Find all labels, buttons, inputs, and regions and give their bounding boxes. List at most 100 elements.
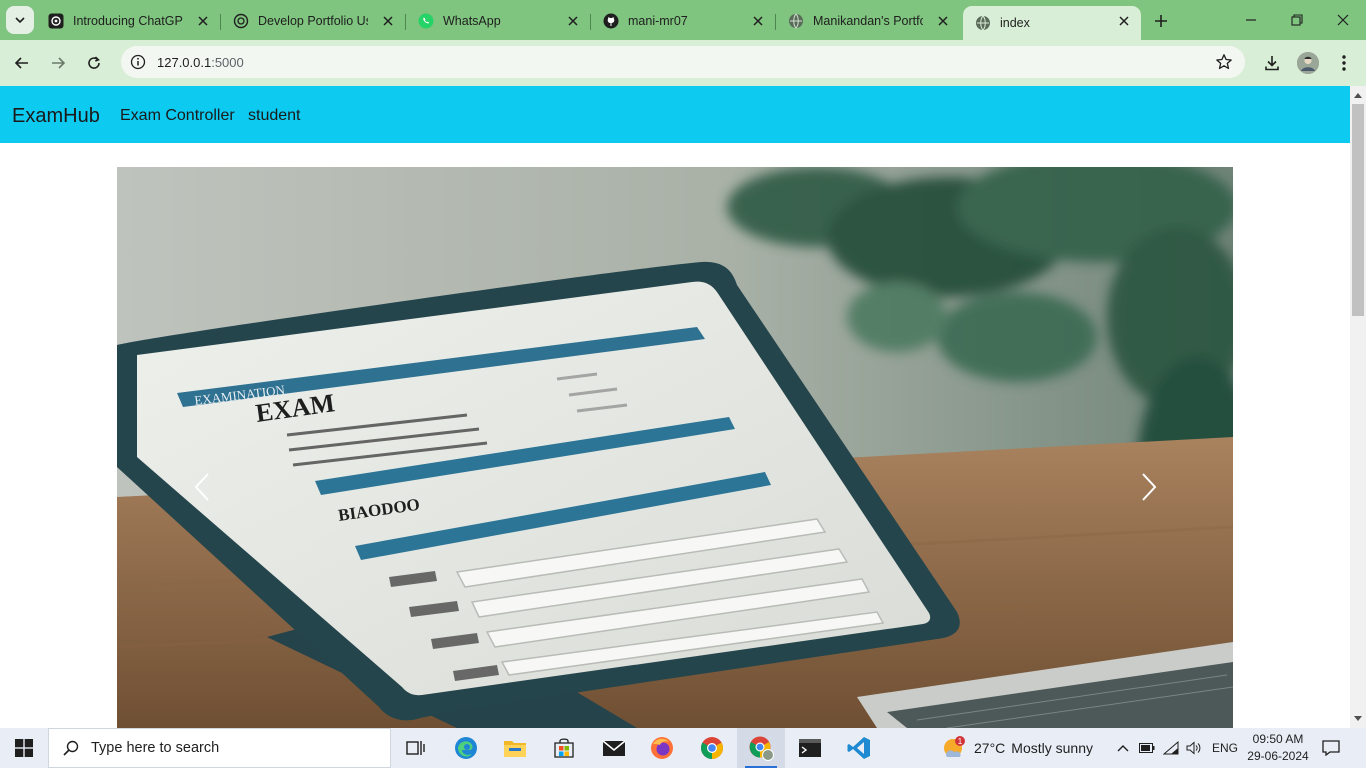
tab-github[interactable]: mani-mr07 bbox=[591, 6, 776, 36]
sun-cloud-icon: 1 bbox=[944, 736, 965, 757]
close-window-button[interactable] bbox=[1320, 8, 1366, 32]
close-tab-icon[interactable] bbox=[936, 14, 950, 28]
windows-logo-icon bbox=[15, 739, 33, 757]
nav-link-student[interactable]: student bbox=[248, 107, 300, 125]
chatgpt-icon bbox=[233, 13, 249, 29]
notifications-button[interactable] bbox=[1320, 738, 1342, 758]
edge-icon bbox=[455, 737, 477, 759]
mail-app[interactable] bbox=[590, 728, 638, 768]
close-tab-icon[interactable] bbox=[1117, 14, 1131, 28]
weather-badge: 1 bbox=[958, 737, 963, 746]
tab-title: mani-mr07 bbox=[628, 14, 688, 28]
reload-button[interactable] bbox=[81, 50, 107, 76]
nav-link-exam-controller[interactable]: Exam Controller bbox=[120, 107, 235, 125]
speaker-icon bbox=[1186, 741, 1201, 755]
whatsapp-icon bbox=[418, 13, 434, 29]
microsoft-store-app[interactable] bbox=[540, 728, 588, 768]
firefox-app[interactable] bbox=[638, 728, 686, 768]
weather-widget[interactable]: 1 27°C Mostly sunny bbox=[940, 728, 1093, 768]
taskbar-search-placeholder: Type here to search bbox=[91, 740, 220, 756]
tab-index[interactable]: index bbox=[963, 6, 1141, 40]
caret-up-icon bbox=[1354, 93, 1362, 98]
start-button[interactable] bbox=[0, 728, 48, 768]
file-explorer-app[interactable] bbox=[491, 728, 539, 768]
forward-button[interactable] bbox=[45, 50, 71, 76]
mail-icon bbox=[602, 740, 626, 756]
site-info-icon[interactable] bbox=[129, 53, 147, 71]
restore-button[interactable] bbox=[1274, 8, 1320, 32]
url-text[interactable]: 127.0.0.1:5000 bbox=[157, 55, 244, 70]
clock-time: 09:50 AM bbox=[1252, 732, 1304, 746]
task-view-button[interactable] bbox=[392, 728, 440, 768]
show-hidden-icons-button[interactable] bbox=[1115, 740, 1131, 756]
restore-icon bbox=[1291, 14, 1303, 26]
scrollbar-thumb[interactable] bbox=[1352, 104, 1364, 316]
reload-icon bbox=[88, 56, 100, 69]
arrow-right-icon bbox=[52, 57, 66, 69]
edge-app[interactable] bbox=[442, 728, 490, 768]
carousel-prev-button[interactable] bbox=[187, 467, 217, 507]
minimize-button[interactable] bbox=[1228, 8, 1274, 32]
network-button[interactable] bbox=[1163, 740, 1179, 756]
carousel-next-button[interactable] bbox=[1134, 467, 1164, 507]
back-button[interactable] bbox=[9, 50, 35, 76]
chrome-icon bbox=[701, 737, 723, 759]
weather-condition: Mostly sunny bbox=[1011, 740, 1093, 756]
windows-taskbar: Type here to search 1 27°C Mostly sunny bbox=[0, 728, 1366, 768]
address-bar[interactable]: 127.0.0.1:5000 bbox=[121, 46, 1245, 78]
chrome-profile-app[interactable] bbox=[737, 728, 785, 768]
tab-manikandan-portfolio[interactable]: Manikandan's Portfol bbox=[776, 6, 960, 36]
browser-tab-strip: Introducing ChatGPT Develop Portfolio Us… bbox=[0, 0, 1366, 40]
downloads-button[interactable] bbox=[1261, 52, 1283, 74]
browser-toolbar: 127.0.0.1:5000 bbox=[0, 40, 1366, 86]
chatgpt-icon bbox=[48, 13, 64, 29]
vscode-icon bbox=[847, 737, 870, 759]
firefox-icon bbox=[651, 737, 673, 759]
laptop-exam-form-photo: EXAMINATION EXAM BIAODOO bbox=[117, 167, 1233, 728]
terminal-app[interactable] bbox=[786, 728, 834, 768]
new-tab-button[interactable] bbox=[1150, 10, 1172, 32]
vscode-app[interactable] bbox=[835, 728, 883, 768]
battery-button[interactable] bbox=[1139, 740, 1155, 756]
battery-icon bbox=[1139, 743, 1155, 753]
tab-search-button[interactable] bbox=[6, 6, 34, 34]
hero-carousel: EXAMINATION EXAM BIAODOO bbox=[117, 167, 1233, 728]
chevron-left-icon bbox=[194, 473, 209, 501]
page-scrollbar[interactable] bbox=[1350, 86, 1366, 728]
system-clock[interactable]: 09:50 AM 29-06-2024 bbox=[1244, 731, 1312, 765]
tab-title: index bbox=[1000, 16, 1030, 30]
profile-icon bbox=[1297, 52, 1319, 74]
tab-title: WhatsApp bbox=[443, 14, 501, 28]
store-icon bbox=[554, 738, 574, 758]
taskbar-search-box[interactable]: Type here to search bbox=[48, 728, 391, 768]
bookmark-star-icon[interactable] bbox=[1215, 53, 1233, 71]
tab-develop-portfolio[interactable]: Develop Portfolio Usi bbox=[221, 6, 406, 36]
tab-introducing-chatgpt[interactable]: Introducing ChatGPT bbox=[36, 6, 221, 36]
kebab-menu-icon bbox=[1342, 55, 1346, 71]
close-tab-icon[interactable] bbox=[381, 14, 395, 28]
minimize-icon bbox=[1246, 19, 1256, 21]
tab-whatsapp[interactable]: WhatsApp bbox=[406, 6, 591, 36]
chevron-right-icon bbox=[1142, 473, 1157, 501]
url-host: 127.0.0.1 bbox=[157, 55, 212, 70]
chevron-down-icon bbox=[15, 17, 25, 24]
close-tab-icon[interactable] bbox=[196, 14, 210, 28]
profile-avatar[interactable] bbox=[1297, 52, 1319, 74]
page-viewport: ExamHub Exam Controller student EXAMINAT… bbox=[0, 86, 1366, 728]
scroll-up-arrow[interactable] bbox=[1350, 88, 1366, 102]
globe-icon bbox=[975, 15, 991, 31]
terminal-icon bbox=[799, 739, 821, 757]
chrome-app[interactable] bbox=[688, 728, 736, 768]
volume-button[interactable] bbox=[1186, 740, 1202, 756]
chrome-profile-icon bbox=[749, 736, 774, 761]
arrow-left-icon bbox=[14, 57, 28, 69]
tab-title: Develop Portfolio Usi bbox=[258, 14, 368, 28]
caret-down-icon bbox=[1354, 716, 1362, 721]
scroll-down-arrow[interactable] bbox=[1350, 712, 1366, 726]
folder-icon bbox=[504, 741, 526, 757]
chrome-menu-button[interactable] bbox=[1333, 52, 1355, 74]
input-language[interactable]: ENG bbox=[1212, 741, 1238, 755]
site-brand[interactable]: ExamHub bbox=[12, 105, 100, 128]
close-tab-icon[interactable] bbox=[566, 14, 580, 28]
close-tab-icon[interactable] bbox=[751, 14, 765, 28]
